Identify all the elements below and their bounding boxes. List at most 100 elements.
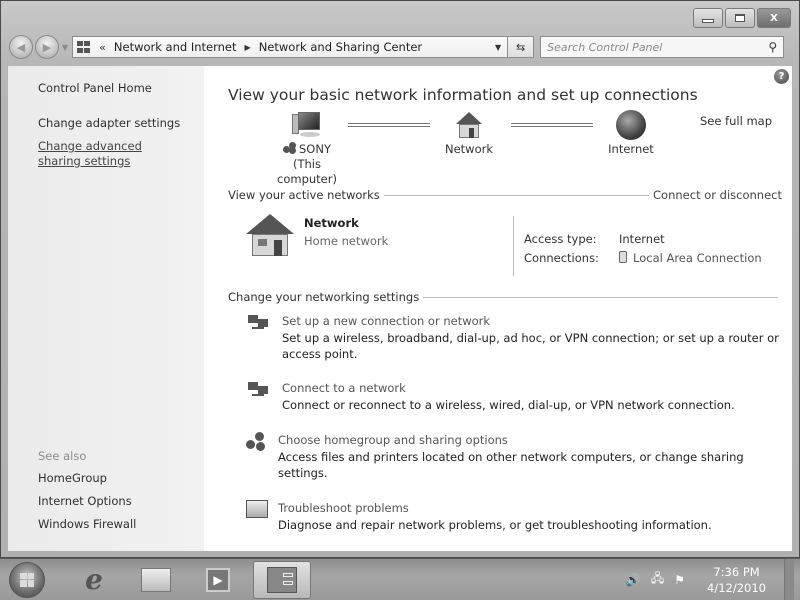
connect-network-icon [246,380,272,402]
action-center-icon[interactable]: ⚑ [674,573,685,587]
divider [383,194,650,196]
task-setup-connection-link[interactable]: Set up a new connection or network [282,313,782,329]
settings-header: Change your networking settings [228,290,782,304]
map-node-network[interactable]: Network [424,110,514,157]
refresh-button[interactable]: ⇆ [508,36,535,58]
task-description: Set up a wireless, broadband, dial-up, a… [282,331,779,361]
task-description: Connect or reconnect to a wireless, wire… [282,398,735,412]
active-networks-heading: View your active networks [228,188,380,202]
forward-arrow-icon: ▶ [42,40,52,54]
sidebar-link-change-advanced-sharing[interactable]: Change advanced sharing settings [38,139,188,169]
map-node-internet[interactable]: Internet [586,110,676,157]
internet-explorer-icon: e [85,563,103,596]
clock-date: 4/12/2010 [707,580,766,595]
folder-icon [141,567,171,592]
control-panel-app-icon [267,566,297,593]
map-node-computer[interactable]: SONY (This computer) [262,110,352,187]
homegroup-small-icon [283,142,297,154]
divider [423,296,778,298]
new-connection-icon [246,313,272,335]
see-also-windows-firewall[interactable]: Windows Firewall [38,517,136,532]
close-button[interactable]: X [757,8,791,28]
network-label: Network [444,142,494,156]
clock-time: 7:36 PM [713,564,760,579]
search-placeholder: Search Control Panel [547,40,663,54]
media-player-icon: ▶ [206,567,230,592]
start-button[interactable] [9,561,45,598]
settings-heading: Change your networking settings [228,290,420,304]
sidebar-link-control-panel-home[interactable]: Control Panel Home [38,81,204,96]
breadcrumb-network-and-sharing-center[interactable]: Network and Sharing Center [259,40,422,54]
system-tray: 🔊 🖧 ⚑ 7:36 PM 4/12/2010 [626,558,800,600]
task-item: Connect to a network Connect or reconnec… [228,380,782,413]
recent-pages-dropdown[interactable]: ▼ [62,43,68,52]
see-also-internet-options[interactable]: Internet Options [38,494,136,509]
back-button[interactable]: ◀ [9,35,33,59]
ethernet-icon [619,251,627,263]
back-arrow-icon: ◀ [16,40,26,54]
globe-icon [616,110,646,140]
task-item: Troubleshoot problems Diagnose and repai… [228,500,782,533]
task-description: Diagnose and repair network problems, or… [278,518,712,532]
overflow-chevron[interactable]: « [99,41,106,54]
network-type-link[interactable]: Home network [304,232,388,250]
navigation-bar: ◀ ▶ ▼ « Network and Internet ▶ Network a… [9,34,791,60]
computer-name: SONY [299,142,331,156]
clock[interactable]: 7:36 PM 4/12/2010 [707,564,766,596]
home-network-icon[interactable] [246,214,296,258]
forward-button[interactable]: ▶ [35,35,59,59]
active-network: Network Home network Access type: Intern… [228,206,782,286]
connection-line [511,123,593,127]
connections-label: Connections: [524,251,599,265]
taskbar-windows-explorer[interactable] [129,561,183,599]
address-bar[interactable]: « Network and Internet ▶ Network and Sha… [72,36,509,58]
task-item: Set up a new connection or network Set u… [228,313,782,362]
search-icon[interactable]: ⚲ [768,40,777,54]
see-full-map-link[interactable]: See full map [700,114,772,128]
see-also-homegroup[interactable]: HomeGroup [38,471,136,486]
window-controls: X [693,8,791,28]
sidebar: Control Panel Home Change adapter settin… [8,66,204,551]
windows-logo-icon [20,572,34,587]
breadcrumb-separator-icon[interactable]: ▶ [245,43,251,52]
task-description: Access files and printers located on oth… [278,450,744,480]
taskbar: e ▶ 🔊 🖧 ⚑ 7:36 PM 4/12/2010 [0,558,800,600]
maximize-button[interactable] [725,8,755,28]
active-networks-header: View your active networks Connect or dis… [228,188,782,202]
network-map: See full map SONY (This computer) Networ… [228,110,782,187]
connection-line [348,123,430,127]
main-panel: ? View your basic network information an… [204,66,792,551]
control-panel-icon [77,41,91,53]
address-dropdown-icon[interactable]: ▼ [495,43,501,52]
task-connect-network-link[interactable]: Connect to a network [282,380,782,396]
breadcrumb-network-and-internet[interactable]: Network and Internet [114,40,237,54]
task-homegroup-link[interactable]: Choose homegroup and sharing options [278,432,778,448]
minimize-icon [702,19,714,23]
search-input[interactable]: Search Control Panel ⚲ [540,36,785,58]
access-type-label: Access type: [524,232,597,246]
internet-label: Internet [608,142,654,156]
network-name: Network [304,216,359,230]
page-title: View your basic network information and … [228,86,698,104]
access-type-value: Internet [619,232,665,246]
refresh-icon: ⇆ [516,40,526,54]
vertical-divider [513,216,514,276]
taskbar-control-panel[interactable] [253,560,311,599]
network-tray-icon[interactable]: 🖧 [651,569,664,590]
see-also-section: See also HomeGroup Internet Options Wind… [38,449,136,540]
task-troubleshoot-link[interactable]: Troubleshoot problems [278,500,778,516]
taskbar-media-player[interactable]: ▶ [191,561,245,599]
show-desktop-button[interactable] [784,558,794,600]
volume-icon[interactable]: 🔊 [626,573,641,587]
connect-or-disconnect-link[interactable]: Connect or disconnect [653,188,782,202]
sidebar-link-change-adapter-settings[interactable]: Change adapter settings [38,116,204,131]
troubleshoot-icon [246,500,268,518]
local-area-connection-link[interactable]: Local Area Connection [633,251,762,265]
taskbar-internet-explorer[interactable]: e [67,561,121,599]
task-list: Set up a new connection or network Set u… [228,313,782,533]
minimize-button[interactable] [693,8,723,28]
help-icon[interactable]: ? [774,69,789,84]
computer-subtitle: (This computer) [277,157,337,186]
task-item: Choose homegroup and sharing options Acc… [228,432,782,481]
control-panel-window: X ◀ ▶ ▼ « Network and Internet ▶ Network… [0,0,800,558]
